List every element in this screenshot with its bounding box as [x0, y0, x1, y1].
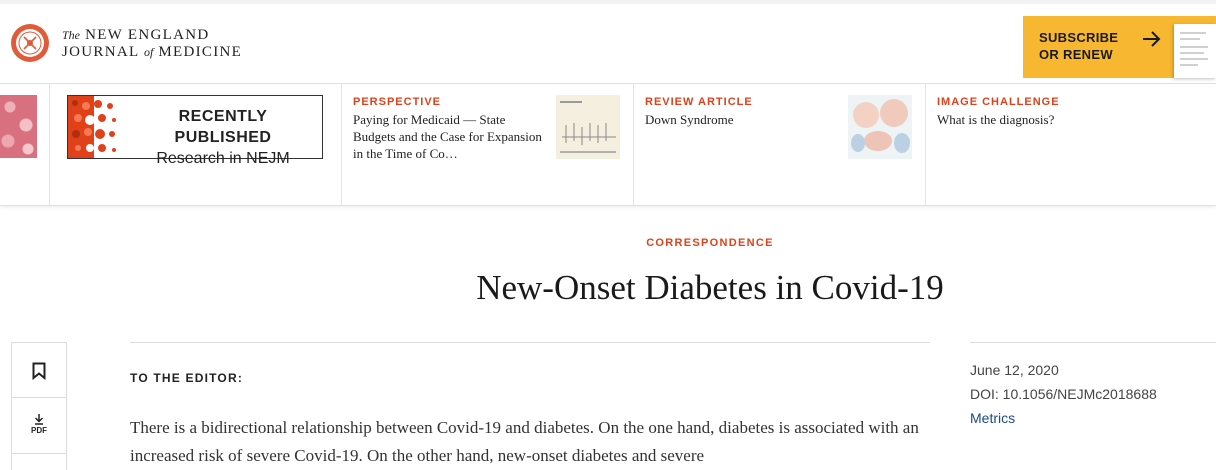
card-kicker: IMAGE CHALLENGE — [937, 96, 1060, 108]
card-title: Paying for Medicaid — State Budgets and … — [353, 112, 542, 161]
divider — [925, 84, 926, 205]
pdf-label: PDF — [31, 426, 47, 435]
recently-published-banner[interactable]: RECENTLY PUBLISHED Research in NEJM — [67, 95, 323, 167]
article-title: New-Onset Diabetes in Covid-19 — [476, 268, 944, 307]
arrow-right-icon — [1143, 31, 1161, 47]
journal-logo-text[interactable]: The NEW ENGLAND JOURNAL of MEDICINE — [62, 27, 242, 61]
promo-card-review-article[interactable]: REVIEW ARTICLE Down Syndrome — [645, 96, 835, 128]
site-header: The NEW ENGLAND JOURNAL of MEDICINE SUBS… — [0, 4, 1216, 84]
metrics-link[interactable]: Metrics — [970, 406, 1157, 430]
dot-pattern-graphic — [68, 96, 120, 158]
doi: DOI: 10.1056/NEJMc2018688 — [970, 386, 1157, 402]
publish-date: June 12, 2020 — [970, 362, 1059, 378]
divider — [49, 84, 50, 205]
featured-image-thumbnail[interactable] — [0, 95, 37, 158]
divider — [633, 84, 634, 205]
subscribe-label: SUBSCRIBE OR RENEW — [1039, 30, 1119, 62]
bookmark-icon[interactable] — [32, 362, 46, 380]
card-kicker: REVIEW ARTICLE — [645, 96, 753, 108]
logo-of: of — [143, 45, 154, 59]
divider — [341, 84, 342, 205]
section-label: TO THE EDITOR: — [130, 371, 244, 385]
tool-divider — [12, 453, 66, 454]
tool-divider — [12, 397, 66, 398]
infant-illustration-thumbnail[interactable] — [848, 95, 912, 159]
logo-the: The — [62, 28, 80, 42]
card-title: Down Syndrome — [645, 112, 734, 127]
download-icon — [34, 414, 44, 425]
sidebar-divider — [970, 342, 1216, 343]
card-kicker: PERSPECTIVE — [353, 96, 442, 108]
logo-journal: JOURNAL — [62, 44, 139, 60]
article-body: There is a bidirectional relationship be… — [130, 418, 919, 465]
article-meta: June 12, 2020 DOI: 10.1056/NEJMc2018688 … — [970, 358, 1157, 430]
logo-line1: NEW ENGLAND — [85, 27, 210, 43]
card-title: What is the diagnosis? — [937, 112, 1055, 127]
subscribe-button[interactable]: SUBSCRIBE OR RENEW — [1023, 16, 1216, 78]
recently-published-label: RECENTLY PUBLISHED Research in NEJM — [156, 108, 290, 167]
logo-medicine: MEDICINE — [158, 44, 243, 60]
promo-card-image-challenge[interactable]: IMAGE CHALLENGE What is the diagnosis? — [937, 96, 1137, 128]
pdf-download-button[interactable]: PDF — [26, 413, 52, 435]
article-type-kicker[interactable]: CORRESPONDENCE — [0, 237, 1216, 249]
chart-thumbnail[interactable] — [556, 95, 620, 159]
featured-content-strip: RECENTLY PUBLISHED Research in NEJM PERS… — [0, 84, 1216, 206]
article-tools: PDF — [11, 342, 67, 470]
title-divider — [130, 342, 930, 343]
promo-card-perspective[interactable]: PERSPECTIVE Paying for Medicaid — State … — [353, 96, 543, 162]
journal-cover-thumbnail — [1174, 24, 1216, 78]
nejm-seal-logo[interactable] — [10, 23, 50, 63]
